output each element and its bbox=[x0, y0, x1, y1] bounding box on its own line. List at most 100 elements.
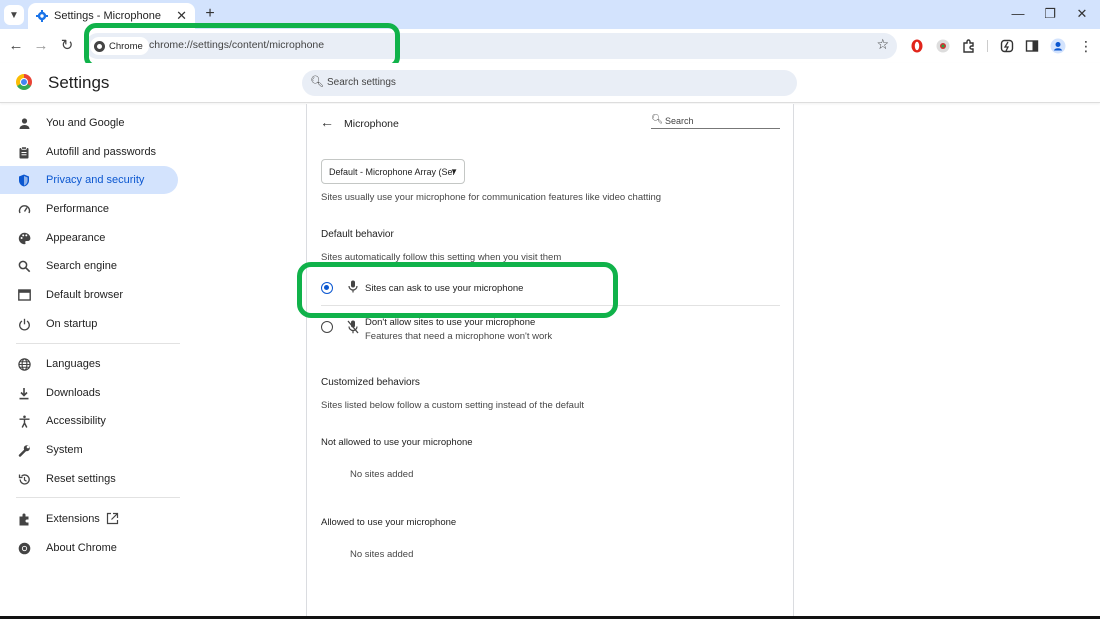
globe-icon bbox=[17, 357, 31, 371]
wrench-icon bbox=[17, 443, 31, 457]
tab-title: Settings - Microphone bbox=[54, 10, 161, 22]
device-hint: Sites usually use your microphone for co… bbox=[321, 192, 662, 203]
not-allowed-empty: No sites added bbox=[350, 469, 414, 480]
search-icon: 🔍︎ bbox=[310, 76, 324, 88]
sidebar-item-accessibility[interactable]: Accessibility bbox=[0, 407, 178, 435]
sidebar-item-label: Accessibility bbox=[46, 415, 106, 427]
puzzle-icon[interactable] bbox=[961, 38, 977, 54]
option-block-sublabel: Features that need a microphone won't wo… bbox=[365, 331, 553, 342]
sidebar-item-autofill[interactable]: Autofill and passwords bbox=[0, 138, 178, 166]
chrome-logo-icon bbox=[16, 74, 32, 90]
allowed-empty: No sites added bbox=[350, 549, 414, 560]
chevron-down-icon: ▼ bbox=[9, 9, 19, 21]
forward-button[interactable]: → bbox=[31, 36, 51, 56]
arrow-left-icon: ← bbox=[8, 37, 24, 54]
sidebar-item-label: Appearance bbox=[46, 232, 106, 244]
search-input[interactable]: 🔍︎ Search bbox=[651, 114, 780, 129]
search-placeholder: Search settings bbox=[327, 77, 396, 88]
allowed-heading: Allowed to use your microphone bbox=[321, 517, 457, 528]
side-panel-icon[interactable] bbox=[1024, 38, 1040, 54]
sidebar-item-label: Downloads bbox=[46, 387, 101, 399]
history-icon bbox=[17, 472, 31, 486]
sidebar-item-extensions[interactable]: Extensions bbox=[0, 505, 178, 533]
reload-button[interactable]: ↻ bbox=[57, 36, 77, 56]
customized-behaviors-heading: Customized behaviors bbox=[321, 377, 420, 388]
speedometer-icon bbox=[17, 202, 31, 216]
toolbar-divider bbox=[987, 40, 988, 52]
shield-icon bbox=[17, 173, 31, 187]
microphone-device-select[interactable]: Default - Microphone Array (Ser ▼ bbox=[321, 159, 465, 184]
microphone-off-icon bbox=[347, 320, 359, 337]
puzzle-icon bbox=[17, 512, 31, 526]
sidebar-item-label: Performance bbox=[46, 203, 109, 215]
sidebar-item-label: Default browser bbox=[46, 289, 124, 301]
sidebar-item-label: Autofill and passwords bbox=[46, 146, 157, 158]
new-tab-button[interactable]: + bbox=[201, 5, 219, 23]
sidebar-item-privacy[interactable]: Privacy and security bbox=[0, 166, 178, 194]
sidebar-item-reset-settings[interactable]: Reset settings bbox=[0, 465, 178, 493]
bookmark-star-icon[interactable]: ☆ bbox=[876, 36, 889, 53]
radio-block[interactable] bbox=[321, 321, 333, 333]
external-link-icon bbox=[106, 512, 119, 528]
sidebar-item-label: System bbox=[46, 444, 83, 456]
person-icon bbox=[17, 116, 31, 130]
sidebar-item-default-browser[interactable]: Default browser bbox=[0, 281, 178, 309]
sidebar-item-label: On startup bbox=[46, 318, 98, 330]
profile-avatar-icon[interactable] bbox=[1050, 38, 1066, 54]
option-highlight-box bbox=[297, 262, 618, 318]
back-arrow-icon[interactable]: ← bbox=[320, 114, 334, 130]
download-icon bbox=[17, 386, 31, 400]
vpn-extension-icon[interactable] bbox=[935, 38, 951, 54]
section-title: Microphone bbox=[344, 118, 399, 130]
sidebar-item-system[interactable]: System bbox=[0, 436, 178, 464]
performance-icon[interactable] bbox=[999, 38, 1015, 54]
microphone-settings-panel: ← Microphone 🔍︎ Search Default - Microph… bbox=[306, 104, 794, 619]
sidebar-item-you-and-google[interactable]: You and Google bbox=[0, 109, 178, 137]
customized-behaviors-subheading: Sites listed below follow a custom setti… bbox=[321, 400, 584, 411]
power-icon bbox=[17, 317, 31, 331]
back-button[interactable]: ← bbox=[6, 36, 26, 56]
sidebar-item-on-startup[interactable]: On startup bbox=[0, 310, 178, 338]
reload-icon: ↻ bbox=[60, 37, 74, 54]
clipboard-icon bbox=[17, 145, 31, 159]
search-placeholder: Search bbox=[665, 116, 694, 126]
search-icon: 🔍︎ bbox=[651, 114, 664, 125]
selected-device: Default - Microphone Array (Ser bbox=[329, 167, 456, 177]
sidebar-item-label: Privacy and security bbox=[46, 174, 145, 186]
sidebar-item-performance[interactable]: Performance bbox=[0, 195, 178, 223]
search-settings-input[interactable]: 🔍︎ Search settings bbox=[302, 70, 797, 96]
gear-icon bbox=[36, 10, 48, 22]
sidebar-item-label: About Chrome bbox=[46, 542, 117, 554]
close-window-button[interactable]: ✕ bbox=[1068, 4, 1096, 24]
accessibility-icon bbox=[17, 414, 31, 428]
default-behavior-heading: Default behavior bbox=[321, 229, 394, 240]
sidebar-item-label: Extensions bbox=[46, 513, 100, 525]
sidebar-item-about-chrome[interactable]: About Chrome bbox=[0, 534, 178, 562]
search-icon bbox=[17, 259, 31, 273]
not-allowed-heading: Not allowed to use your microphone bbox=[321, 437, 473, 448]
page-title: Settings bbox=[48, 73, 110, 92]
tab-search-button[interactable]: ▼ bbox=[4, 5, 24, 25]
close-tab-icon[interactable]: ✕ bbox=[176, 8, 187, 24]
sidebar-item-label: Reset settings bbox=[46, 473, 116, 485]
opera-extension-icon[interactable] bbox=[909, 38, 925, 54]
sidebar-item-languages[interactable]: Languages bbox=[0, 350, 178, 378]
chevron-down-icon: ▼ bbox=[450, 167, 458, 176]
minimize-button[interactable]: — bbox=[1004, 4, 1032, 24]
sidebar-item-appearance[interactable]: Appearance bbox=[0, 224, 178, 252]
sidebar-divider bbox=[16, 343, 180, 344]
kebab-menu-icon[interactable]: ⋮ bbox=[1079, 37, 1093, 55]
sidebar-item-label: You and Google bbox=[46, 117, 125, 129]
option-block-label[interactable]: Don't allow sites to use your microphone bbox=[365, 317, 535, 328]
sidebar-divider bbox=[16, 497, 180, 498]
sidebar: You and Google Autofill and passwords Pr… bbox=[0, 104, 185, 619]
browser-icon bbox=[17, 288, 31, 302]
arrow-right-icon: → bbox=[33, 37, 49, 54]
settings-header: Settings 🔍︎ Search settings bbox=[0, 63, 1100, 103]
sidebar-item-downloads[interactable]: Downloads bbox=[0, 379, 178, 407]
sidebar-item-search-engine[interactable]: Search engine bbox=[0, 252, 178, 280]
sidebar-item-label: Search engine bbox=[46, 260, 117, 272]
restore-button[interactable]: ❐ bbox=[1036, 4, 1064, 24]
sidebar-item-label: Languages bbox=[46, 358, 101, 370]
chrome-icon bbox=[17, 541, 31, 555]
